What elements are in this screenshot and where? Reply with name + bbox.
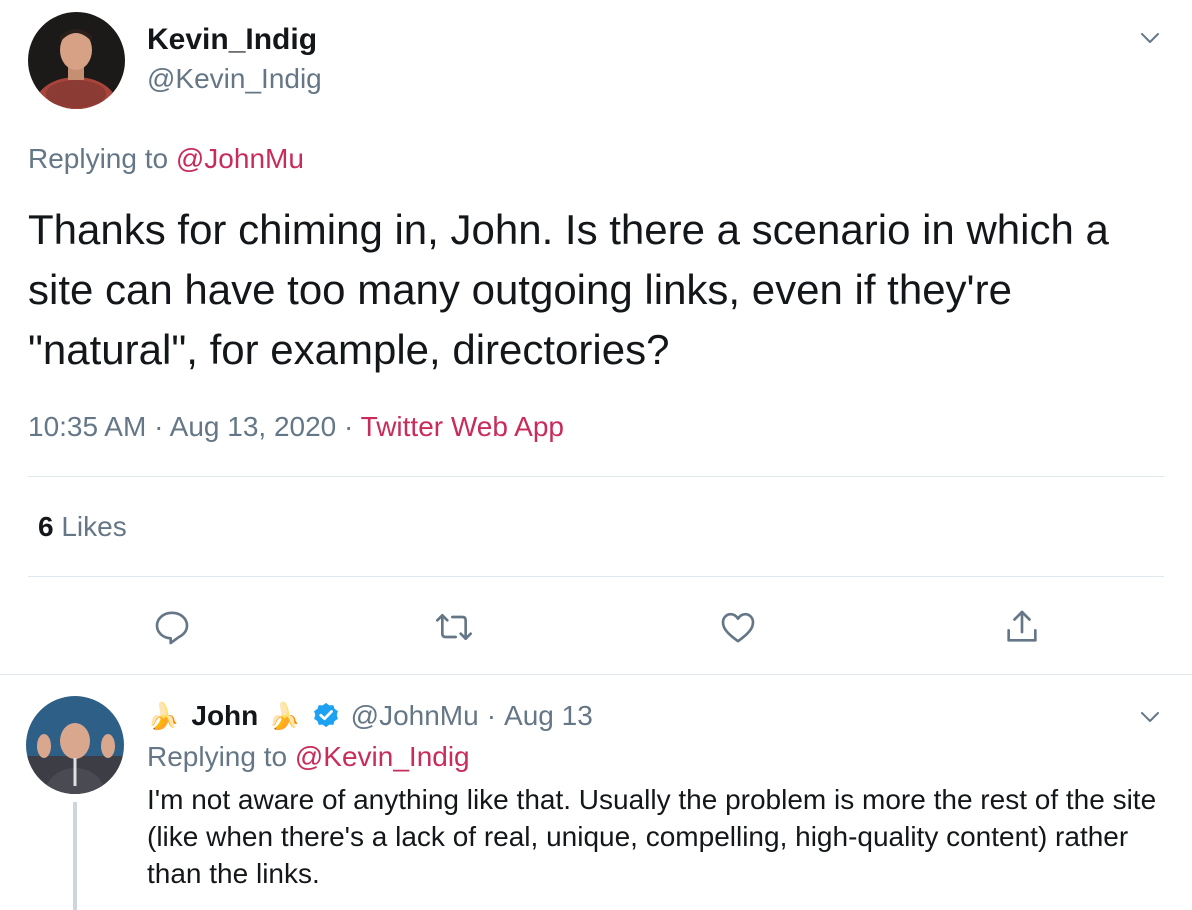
replying-to-link[interactable]: @JohnMu bbox=[176, 143, 304, 174]
like-icon bbox=[721, 612, 755, 643]
reply-author-avatar[interactable] bbox=[26, 696, 124, 794]
like-button[interactable] bbox=[714, 603, 762, 651]
meta-separator: · bbox=[344, 411, 354, 442]
retweet-button[interactable] bbox=[430, 603, 478, 651]
share-icon bbox=[1007, 610, 1037, 642]
tweet-date[interactable]: Aug 13, 2020 bbox=[170, 411, 337, 442]
divider bbox=[28, 476, 1164, 477]
author-handle[interactable]: @Kevin_Indig bbox=[147, 62, 322, 96]
author-display-name[interactable]: Kevin_Indig bbox=[147, 22, 317, 58]
tweet-text: Thanks for chiming in, John. Is there a … bbox=[28, 206, 1109, 373]
user-avatar-photo bbox=[28, 12, 125, 109]
likes-label: Likes bbox=[61, 511, 127, 542]
chevron-down-icon[interactable] bbox=[1138, 705, 1162, 729]
meta-separator: · bbox=[486, 700, 497, 731]
reply-replying-to-line: Replying to @Kevin_Indig bbox=[147, 740, 470, 774]
reply-icon bbox=[155, 611, 189, 645]
replying-to-label: Replying to bbox=[28, 143, 176, 174]
retweet-icon bbox=[436, 614, 472, 640]
tweet-source[interactable]: Twitter Web App bbox=[361, 411, 564, 442]
tweet-meta: 10:35 AM · Aug 13, 2020 · Twitter Web Ap… bbox=[28, 410, 564, 444]
chevron-down-icon[interactable] bbox=[1138, 26, 1162, 50]
reply-display-name[interactable]: John bbox=[191, 700, 258, 732]
author-avatar[interactable] bbox=[28, 12, 125, 109]
share-button[interactable] bbox=[998, 603, 1046, 651]
reply-date[interactable]: Aug 13 bbox=[504, 700, 593, 732]
reply-header: 🍌 John 🍌 @JohnMu · Aug 13 bbox=[147, 697, 593, 735]
reply-handle[interactable]: @JohnMu bbox=[351, 700, 479, 732]
reply-button[interactable] bbox=[148, 603, 196, 651]
tweet-time[interactable]: 10:35 AM bbox=[28, 411, 146, 442]
banana-emoji: 🍌 bbox=[147, 700, 180, 731]
banana-emoji: 🍌 bbox=[268, 700, 301, 731]
replying-to-label: Replying to bbox=[147, 741, 295, 772]
replying-to-line: Replying to @JohnMu bbox=[28, 142, 304, 176]
thread-line bbox=[73, 802, 77, 910]
divider bbox=[28, 576, 1164, 577]
reply-text: I'm not aware of anything like that. Usu… bbox=[147, 784, 1157, 889]
likes-stat[interactable]: 6 Likes bbox=[38, 510, 127, 544]
meta-separator: · bbox=[154, 411, 164, 442]
replying-to-link[interactable]: @Kevin_Indig bbox=[295, 741, 470, 772]
likes-count: 6 bbox=[38, 511, 54, 542]
user-avatar-photo bbox=[26, 696, 124, 794]
divider bbox=[0, 674, 1192, 675]
verified-badge-icon bbox=[311, 701, 341, 731]
